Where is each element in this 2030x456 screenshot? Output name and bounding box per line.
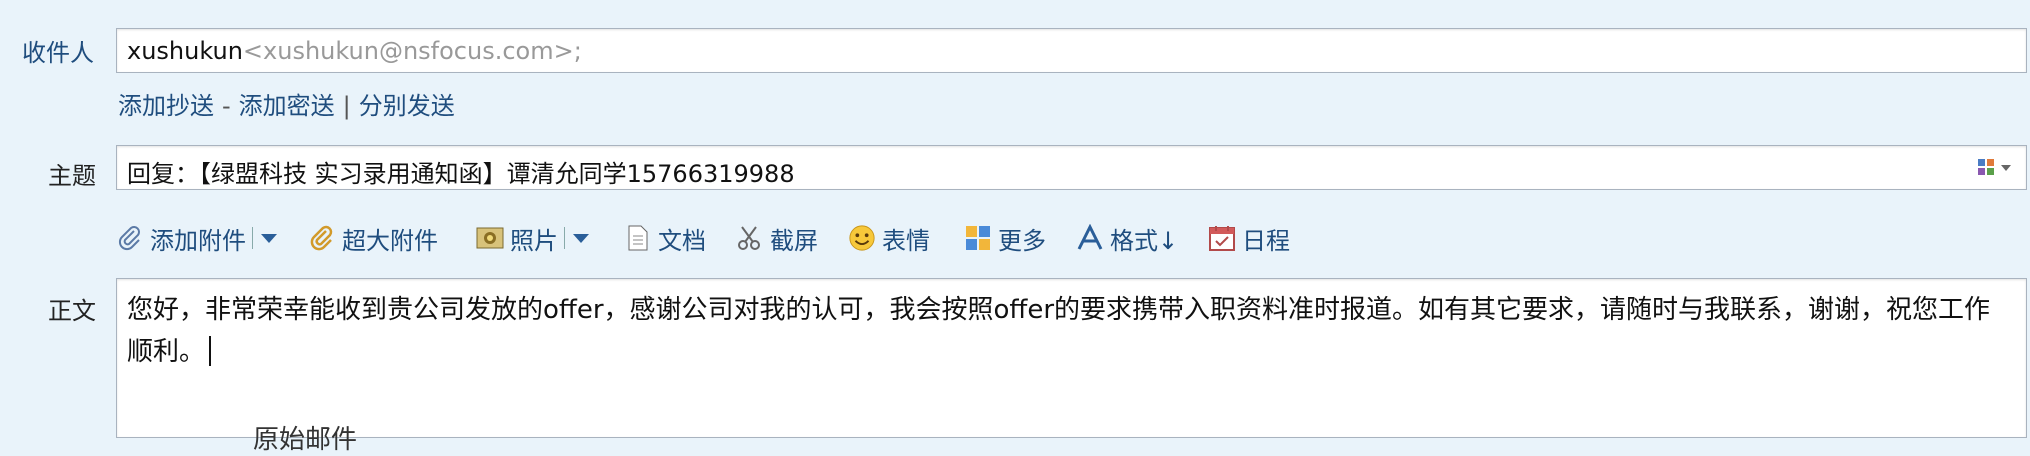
more-button[interactable]: 更多 [964,218,1046,258]
chevron-down-icon[interactable] [261,233,277,243]
to-label: 收件人 [22,39,94,67]
format-button[interactable]: 格式↓ [1076,218,1178,258]
body-label: 正文 [48,297,96,325]
photo-button[interactable]: 照片 [476,218,589,258]
paperclip-icon [116,224,144,252]
schedule-label: 日程 [1242,226,1290,255]
toolbar-divider [564,227,565,249]
subject-options-button[interactable] [1976,157,2016,179]
recipient-field[interactable]: xushukun<xushukun@nsfocus.com>; [116,28,2027,73]
subject-label: 主题 [48,162,96,190]
large-paperclip-icon [308,224,336,252]
large-attachment-button[interactable]: 超大附件 [308,218,438,258]
format-label: 格式↓ [1110,226,1179,255]
grid-icon [964,224,992,252]
photo-label: 照片 [510,226,558,255]
photo-icon [476,224,504,252]
more-label: 更多 [998,226,1046,255]
original-mail-header: 原始邮件 [253,425,358,455]
document-icon [624,224,652,252]
cc-links: 添加抄送 - 添加密送 | 分别发送 [118,86,455,121]
font-format-icon [1076,224,1104,252]
add-cc-link[interactable]: 添加抄送 [118,92,214,120]
chevron-down-icon[interactable] [573,233,589,243]
document-label: 文档 [658,226,706,255]
grid-color-icon [1978,159,2011,175]
schedule-button[interactable]: 日程 [1208,218,1290,258]
body-text-content: 您好，非常荣幸能收到贵公司发放的offer，感谢公司对我的认可，我会按照offe… [127,295,1991,367]
subject-field[interactable]: 回复：【绿盟科技 实习录用通知函】谭清允同学15766319988 [116,145,2027,190]
large-attachment-label: 超大附件 [342,226,438,255]
screenshot-button[interactable]: 截屏 [736,218,818,258]
scissors-icon [736,224,764,252]
text-caret [209,336,212,366]
emoji-label: 表情 [882,226,930,255]
screenshot-label: 截屏 [770,226,818,255]
emoji-button[interactable]: 表情 [848,218,930,258]
smiley-icon [848,224,876,252]
add-attachment-label: 添加附件 [150,226,246,255]
calendar-icon [1208,224,1236,252]
subject-value: 回复：【绿盟科技 实习录用通知函】谭清允同学15766319988 [127,160,795,188]
recipient-address: <xushukun@nsfocus.com>; [242,37,582,65]
body-text[interactable]: 您好，非常荣幸能收到贵公司发放的offer，感谢公司对我的认可，我会按照offe… [127,289,1997,373]
document-button[interactable]: 文档 [624,218,706,258]
add-attachment-button[interactable]: 添加附件 [116,218,277,258]
add-bcc-link[interactable]: 添加密送 [239,92,335,120]
link-pipe-separator: | [342,92,351,120]
toolbar-divider [252,227,253,249]
separate-send-link[interactable]: 分别发送 [359,92,455,120]
body-editor[interactable]: 您好，非常荣幸能收到贵公司发放的offer，感谢公司对我的认可，我会按照offe… [116,278,2027,455]
recipient-name[interactable]: xushukun [127,37,243,65]
link-dash-separator: - [222,92,231,120]
